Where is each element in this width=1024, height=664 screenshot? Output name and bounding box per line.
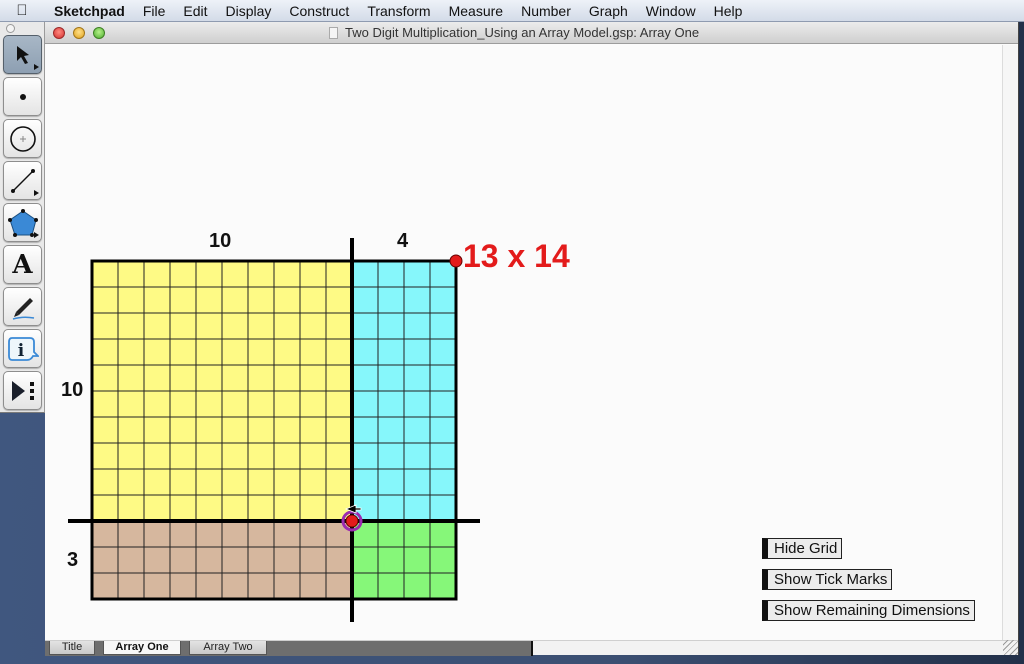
resize-grip[interactable] xyxy=(1003,640,1018,655)
toolbox-close-button[interactable] xyxy=(6,24,15,33)
arrow-pointer-icon xyxy=(16,45,29,64)
show-tick-marks-button[interactable]: Show Tick Marks xyxy=(762,569,893,590)
close-window-button[interactable] xyxy=(53,27,65,39)
segment-icon xyxy=(10,168,35,193)
menu-measure[interactable]: Measure xyxy=(440,3,512,19)
menu-window[interactable]: Window xyxy=(637,3,705,19)
side-label-tens: 10 xyxy=(61,379,84,401)
page-tab-title[interactable]: Title xyxy=(49,641,95,655)
page-tab-array-one[interactable]: Array One xyxy=(103,641,181,655)
multiplication-expression: 13 x 14 xyxy=(463,238,570,274)
text-tool[interactable]: A xyxy=(3,245,42,284)
corner-drag-point xyxy=(449,254,463,268)
text-A-icon: A xyxy=(12,249,33,280)
document-icon xyxy=(329,27,338,39)
play-dots-icon xyxy=(11,380,34,401)
array-model xyxy=(68,238,480,622)
title-bar[interactable]: Two Digit Multiplication_Using an Array … xyxy=(45,22,1018,44)
submenu-arrow-icon xyxy=(34,64,39,70)
circle-icon xyxy=(9,125,36,152)
toolbox-header xyxy=(0,22,44,34)
menu-file[interactable]: File xyxy=(134,3,175,19)
side-label-ones: 3 xyxy=(67,549,79,571)
menu-edit[interactable]: Edit xyxy=(174,3,216,19)
svg-text:i: i xyxy=(17,341,24,361)
info-icon: i xyxy=(7,336,39,361)
vertical-scrollbar[interactable] xyxy=(1002,45,1018,640)
window-title: Two Digit Multiplication_Using an Array … xyxy=(345,25,700,40)
toolbox: A i xyxy=(0,22,45,413)
sketch-canvas[interactable]: 10 4 10 3 13 x 14 Hide Grid Show Tick Ma… xyxy=(45,45,1003,640)
split-drag-point xyxy=(345,514,359,528)
compass-tool[interactable] xyxy=(3,119,42,158)
menu-bar:  Sketchpad File Edit Display Construct … xyxy=(0,0,1024,22)
document-window: Two Digit Multiplication_Using an Array … xyxy=(45,22,1019,656)
submenu-arrow-icon xyxy=(34,190,39,196)
apple-icon[interactable]:  xyxy=(0,2,44,19)
minimize-window-button[interactable] xyxy=(73,27,85,39)
menu-graph[interactable]: Graph xyxy=(580,3,637,19)
menu-transform[interactable]: Transform xyxy=(358,3,439,19)
straightedge-tool[interactable] xyxy=(3,161,42,200)
marker-icon xyxy=(12,297,34,320)
information-tool[interactable]: i xyxy=(3,329,42,368)
show-remaining-dimensions-button[interactable]: Show Remaining Dimensions xyxy=(762,600,975,621)
menu-construct[interactable]: Construct xyxy=(280,3,358,19)
menu-help[interactable]: Help xyxy=(705,3,752,19)
menu-number[interactable]: Number xyxy=(512,3,580,19)
page-tab-bar: Title Array One Array Two xyxy=(45,640,1018,656)
submenu-arrow-icon xyxy=(34,232,39,238)
polygon-tool[interactable] xyxy=(3,203,42,242)
zoom-window-button[interactable] xyxy=(93,27,105,39)
menu-sketchpad[interactable]: Sketchpad xyxy=(44,3,134,19)
point-tool[interactable] xyxy=(3,77,42,116)
page-tab-array-two[interactable]: Array Two xyxy=(189,641,267,655)
top-label-ones: 4 xyxy=(397,230,409,252)
marker-tool[interactable] xyxy=(3,287,42,326)
point-icon xyxy=(19,93,26,100)
top-label-tens: 10 xyxy=(209,230,232,252)
selection-arrow-tool[interactable] xyxy=(3,35,42,74)
menu-display[interactable]: Display xyxy=(217,3,281,19)
hide-grid-button[interactable]: Hide Grid xyxy=(762,538,843,559)
custom-tool[interactable] xyxy=(3,371,42,410)
